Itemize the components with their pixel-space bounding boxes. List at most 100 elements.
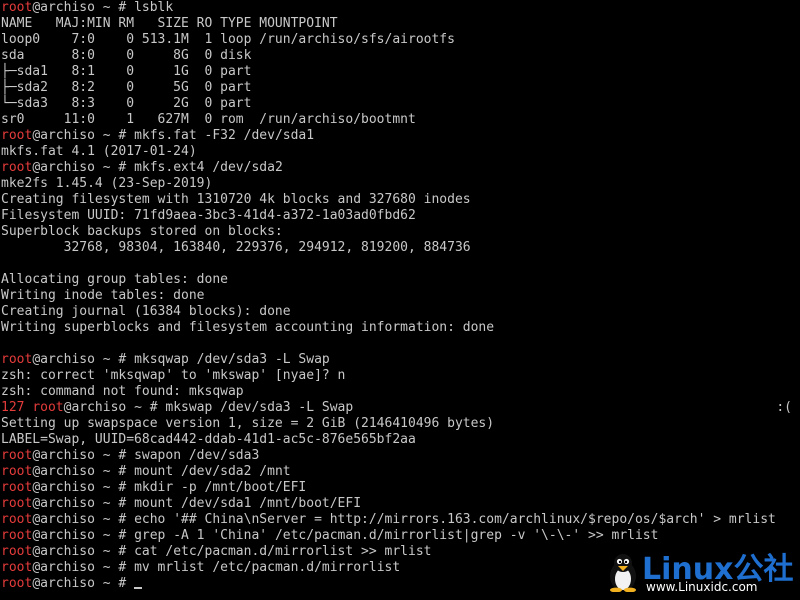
output-text: loop0 7:0 0 513.1M 1 loop /run/archiso/s… [1,32,455,47]
prompt-user: root [1,512,33,527]
output-line: Allocating group tables: done [0,272,800,288]
command-line: root@archiso ~ # mount /dev/sda2 /mnt [0,464,800,480]
output-text: ├─sda2 8:2 0 5G 0 part [1,80,252,95]
output-line: Filesystem UUID: 71fd9aea-3bc3-41d4-a372… [0,208,800,224]
output-text: Setting up swapspace version 1, size = 2… [1,416,495,431]
output-line: mkfs.fat 4.1 (2017-01-24) [0,144,800,160]
output-text: 32768, 98304, 163840, 229376, 294912, 81… [1,240,471,255]
watermark-url: www.Linuxidc.com [646,580,758,594]
prompt-host: @archiso ~ # [32,464,135,479]
prompt-host: @archiso ~ # [63,400,166,415]
output-line: loop0 7:0 0 513.1M 1 loop /run/archiso/s… [0,32,800,48]
output-line: NAME MAJ:MIN RM SIZE RO TYPE MOUNTPOINT [0,16,800,32]
command-text: mount /dev/sda1 /mnt/boot/EFI [134,496,362,511]
command-line: root@archiso ~ # echo '## China\nServer … [0,512,800,528]
command-text: mkfs.fat -F32 /dev/sda1 [134,128,315,143]
command-text: echo '## China\nServer = http://mirrors.… [134,512,776,527]
command-line: root@archiso ~ # swapon /dev/sda3 [0,448,800,464]
command-line: 127 root@archiso ~ # mkswap /dev/sda3 -L… [0,400,800,416]
terminal-window[interactable]: root@archiso ~ # lsblk NAME MAJ:MIN RM SI… [0,0,800,600]
output-text: Creating filesystem with 1310720 4k bloc… [1,192,471,207]
output-text: mkfs.fat 4.1 (2017-01-24) [1,144,197,159]
output-text: sda 8:0 0 8G 0 disk [1,48,252,63]
command-text: mksqwap /dev/sda3 -L Swap [134,352,330,367]
command-text: mv mrlist /etc/pacman.d/mirrorlist [134,560,401,575]
text-cursor[interactable] [134,587,143,589]
command-line: root@archiso ~ # grep -A 1 'China' /etc/… [0,528,800,544]
command-text: lsblk [134,0,174,15]
output-line: Creating journal (16384 blocks): done [0,304,800,320]
command-line: root@archiso ~ # mksqwap /dev/sda3 -L Sw… [0,352,800,368]
prompt-host: @archiso ~ # [32,496,135,511]
prompt-host: @archiso ~ # [32,528,135,543]
prompt-user: root [1,576,33,591]
output-line: 32768, 98304, 163840, 229376, 294912, 81… [0,240,800,256]
output-line: Writing inode tables: done [0,288,800,304]
prompt-user: root [32,400,64,415]
command-text: grep -A 1 'China' /etc/pacman.d/mirrorli… [134,528,659,543]
output-line: zsh: correct 'mksqwap' to 'mkswap' [nyae… [0,368,800,384]
output-line: ├─sda1 8:1 0 1G 0 part [0,64,800,80]
prompt-host: @archiso ~ # [32,160,135,175]
prompt-user: root [1,464,33,479]
output-text: mke2fs 1.45.4 (23-Sep-2019) [1,176,213,191]
command-text: mkdir -p /mnt/boot/EFI [134,480,307,495]
output-text: LABEL=Swap, UUID=68cad442-ddab-41d1-ac5c… [1,432,416,447]
output-text: NAME MAJ:MIN RM SIZE RO TYPE MOUNTPOINT [1,16,338,31]
prompt-user: root [1,160,33,175]
output-line: Writing superblocks and filesystem accou… [0,320,800,336]
exit-code: 127 [1,400,25,415]
output-text: zsh: correct 'mksqwap' to 'mkswap' [nyae… [1,368,346,383]
output-line: mke2fs 1.45.4 (23-Sep-2019) [0,176,800,192]
output-line: LABEL=Swap, UUID=68cad442-ddab-41d1-ac5c… [0,432,800,448]
command-line: root@archiso ~ # mkfs.fat -F32 /dev/sda1 [0,128,800,144]
output-text: zsh: command not found: mksqwap [1,384,244,399]
command-text: swapon /dev/sda3 [134,448,260,463]
command-text: mkswap /dev/sda3 -L Swap [165,400,354,415]
command-text: cat /etc/pacman.d/mirrorlist >> mrlist [134,544,432,559]
output-text: Creating journal (16384 blocks): done [1,304,291,319]
prompt-user: root [1,0,33,15]
command-text: mkfs.ext4 /dev/sda2 [134,160,283,175]
output-line: ├─sda2 8:2 0 5G 0 part [0,80,800,96]
output-line: Setting up swapspace version 1, size = 2… [0,416,800,432]
command-line: root@archiso ~ # lsblk [0,0,800,16]
prompt-host: @archiso ~ # [32,0,135,15]
right-prompt-status: :( [776,400,792,415]
output-line: sda 8:0 0 8G 0 disk [0,48,800,64]
output-line: Creating filesystem with 1310720 4k bloc… [0,192,800,208]
prompt-host: @archiso ~ # [32,544,135,559]
output-text: └─sda3 8:3 0 2G 0 part [1,96,252,111]
prompt-user: root [1,352,33,367]
output-text: Writing superblocks and filesystem accou… [1,320,495,335]
prompt-host: @archiso ~ # [32,576,135,591]
prompt-host: @archiso ~ # [32,448,135,463]
output-line: zsh: command not found: mksqwap [0,384,800,400]
prompt-user: root [1,528,33,543]
prompt-user: root [1,448,33,463]
output-text: Filesystem UUID: 71fd9aea-3bc3-41d4-a372… [1,208,416,223]
prompt-user: root [1,480,33,495]
output-text: Allocating group tables: done [1,272,228,287]
command-text: mount /dev/sda2 /mnt [134,464,291,479]
prompt-host: @archiso ~ # [32,128,135,143]
penguin-icon [610,554,636,592]
command-line: root@archiso ~ # mkdir -p /mnt/boot/EFI [0,480,800,496]
output-text: Writing inode tables: done [1,288,205,303]
prompt-user: root [1,496,33,511]
prompt-user: root [1,544,33,559]
prompt-host: @archiso ~ # [32,560,135,575]
command-line: root@archiso ~ # mkfs.ext4 /dev/sda2 [0,160,800,176]
output-text: sr0 11:0 1 627M 0 rom /run/archiso/bootm… [1,112,416,127]
prompt-host: @archiso ~ # [32,480,135,495]
prompt-host: @archiso ~ # [32,512,135,527]
output-line: Superblock backups stored on blocks: [0,224,800,240]
output-line: sr0 11:0 1 627M 0 rom /run/archiso/bootm… [0,112,800,128]
output-text: Superblock backups stored on blocks: [1,224,283,239]
prompt-host: @archiso ~ # [32,352,135,367]
output-text: ├─sda1 8:1 0 1G 0 part [1,64,252,79]
prompt-user: root [1,560,33,575]
watermark-logo: Linux公社 www.Linuxidc.com [606,550,796,598]
